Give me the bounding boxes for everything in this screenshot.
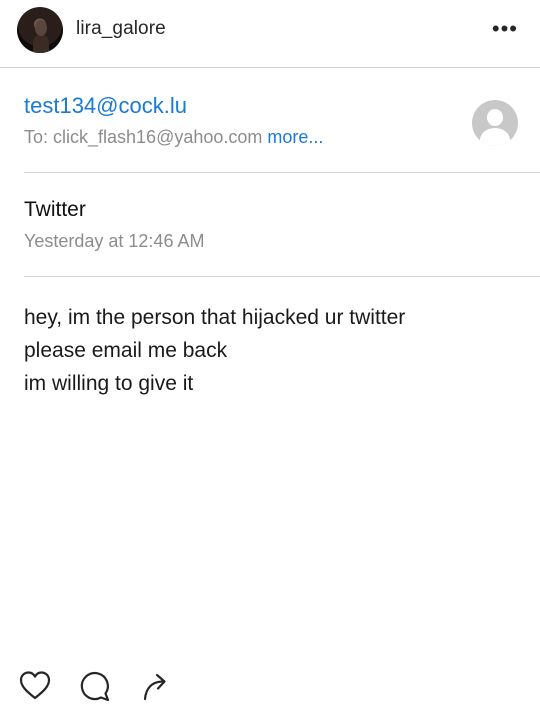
email-subject: Twitter: [24, 198, 86, 221]
more-recipients-link[interactable]: more...: [267, 127, 323, 147]
sender-address[interactable]: test134@cock.lu: [24, 93, 187, 119]
more-options-icon[interactable]: •••: [492, 18, 518, 40]
comment-icon[interactable]: [78, 669, 112, 703]
avatar-figure: [33, 35, 49, 53]
email-screenshot: test134@cock.lu To: click_flash16@yahoo.…: [0, 67, 540, 657]
contact-avatar-icon: [472, 100, 518, 146]
divider: [24, 172, 540, 173]
email-body-line: hey, im the person that hijacked ur twit…: [24, 306, 406, 329]
share-icon[interactable]: [140, 669, 174, 703]
avatar[interactable]: [17, 7, 63, 53]
email-body-line: please email me back: [24, 339, 228, 362]
avatar-face: [35, 20, 47, 36]
recipient-text: To: click_flash16@yahoo.com: [24, 127, 268, 147]
contact-avatar-body: [480, 128, 510, 146]
email-body: hey, im the person that hijacked ur twit…: [24, 301, 405, 400]
post-actions: [0, 665, 540, 709]
recipient-line: To: click_flash16@yahoo.com more...: [24, 127, 323, 148]
divider: [24, 276, 540, 277]
email-body-line: im willing to give it: [24, 372, 194, 395]
username[interactable]: lira_galore: [76, 18, 166, 40]
email-date: Yesterday at 12:46 AM: [24, 231, 205, 251]
heart-icon[interactable]: [18, 669, 52, 703]
post-header: lira_galore •••: [0, 0, 540, 62]
contact-avatar-head: [487, 109, 503, 126]
